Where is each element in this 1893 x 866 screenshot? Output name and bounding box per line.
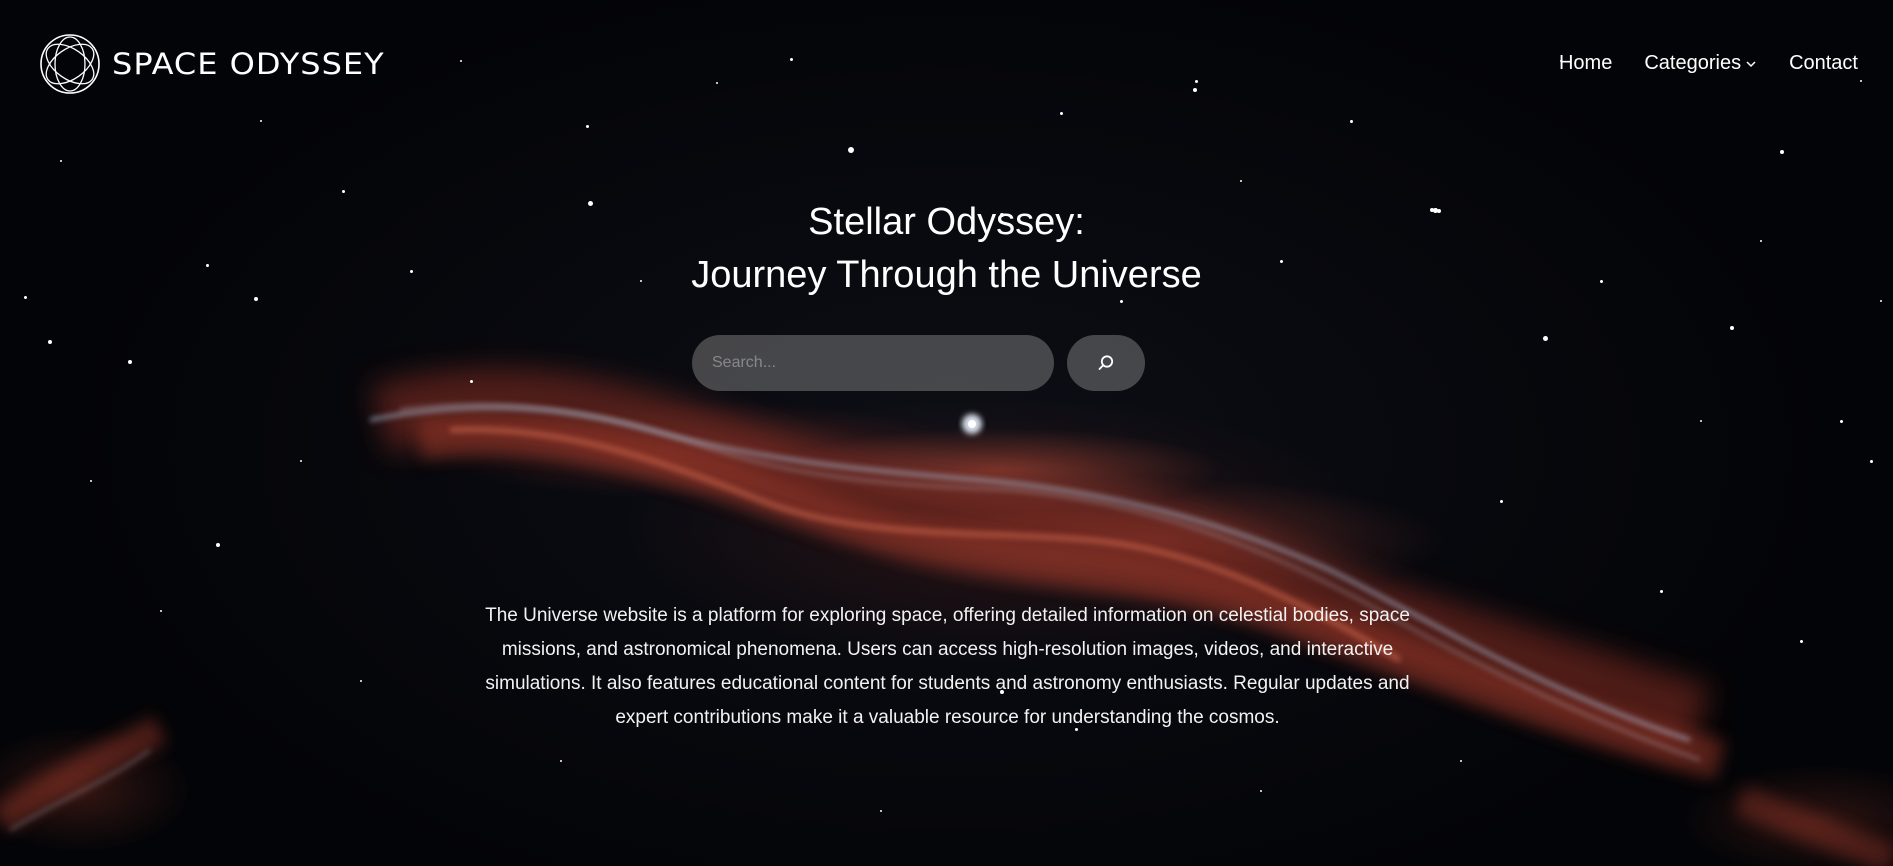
- hero-title-line-1: Stellar Odyssey:: [808, 201, 1085, 243]
- hero-title-line-2: Journey Through the Universe: [691, 254, 1202, 296]
- orbit-rings-icon: [40, 34, 100, 94]
- star: [60, 160, 62, 162]
- star: [560, 760, 562, 762]
- star: [128, 360, 132, 364]
- site-logo[interactable]: SPACE ODYSSEY: [38, 32, 385, 96]
- star: [90, 480, 92, 482]
- star: [848, 147, 854, 153]
- nav-contact-label: Contact: [1789, 52, 1858, 74]
- nav-categories-dropdown[interactable]: Categories: [1644, 52, 1757, 75]
- star: [1780, 150, 1784, 154]
- star: [160, 610, 162, 612]
- star: [48, 340, 52, 344]
- star: [1500, 500, 1503, 503]
- star: [216, 543, 220, 547]
- star: [470, 380, 473, 383]
- search-input[interactable]: [692, 335, 1054, 391]
- main-nav: Home Categories Contact: [1559, 52, 1858, 75]
- star: [1240, 180, 1242, 182]
- star: [1800, 640, 1803, 643]
- nav-home-label: Home: [1558, 52, 1613, 74]
- search-button[interactable]: [1067, 335, 1145, 391]
- star: [1460, 760, 1462, 762]
- site-header: SPACE ODYSSEY Home Categories Contact: [0, 0, 1893, 130]
- brand-name: SPACE ODYSSEY: [112, 46, 385, 82]
- star: [1840, 420, 1843, 423]
- chevron-down-icon: [1746, 60, 1756, 67]
- search-form: [692, 335, 1145, 391]
- nav-contact-link[interactable]: Contact: [1789, 52, 1858, 75]
- star: [342, 190, 345, 193]
- nav-categories-label: Categories: [1644, 52, 1742, 74]
- site-description: The Universe website is a platform for e…: [485, 605, 1410, 728]
- hero-title: Stellar Odyssey: Journey Through the Uni…: [0, 196, 1893, 302]
- star: [1260, 790, 1262, 792]
- star: [1700, 420, 1702, 422]
- star: [1543, 336, 1548, 341]
- search-icon: [1098, 355, 1114, 370]
- star: [880, 810, 882, 812]
- star: [1870, 460, 1873, 463]
- nav-home-link[interactable]: Home: [1559, 52, 1612, 75]
- star: [360, 680, 362, 682]
- page: SPACE ODYSSEY Home Categories Contact St…: [0, 0, 1893, 866]
- star: [1660, 590, 1663, 593]
- star: [300, 460, 302, 462]
- star: [1730, 326, 1734, 330]
